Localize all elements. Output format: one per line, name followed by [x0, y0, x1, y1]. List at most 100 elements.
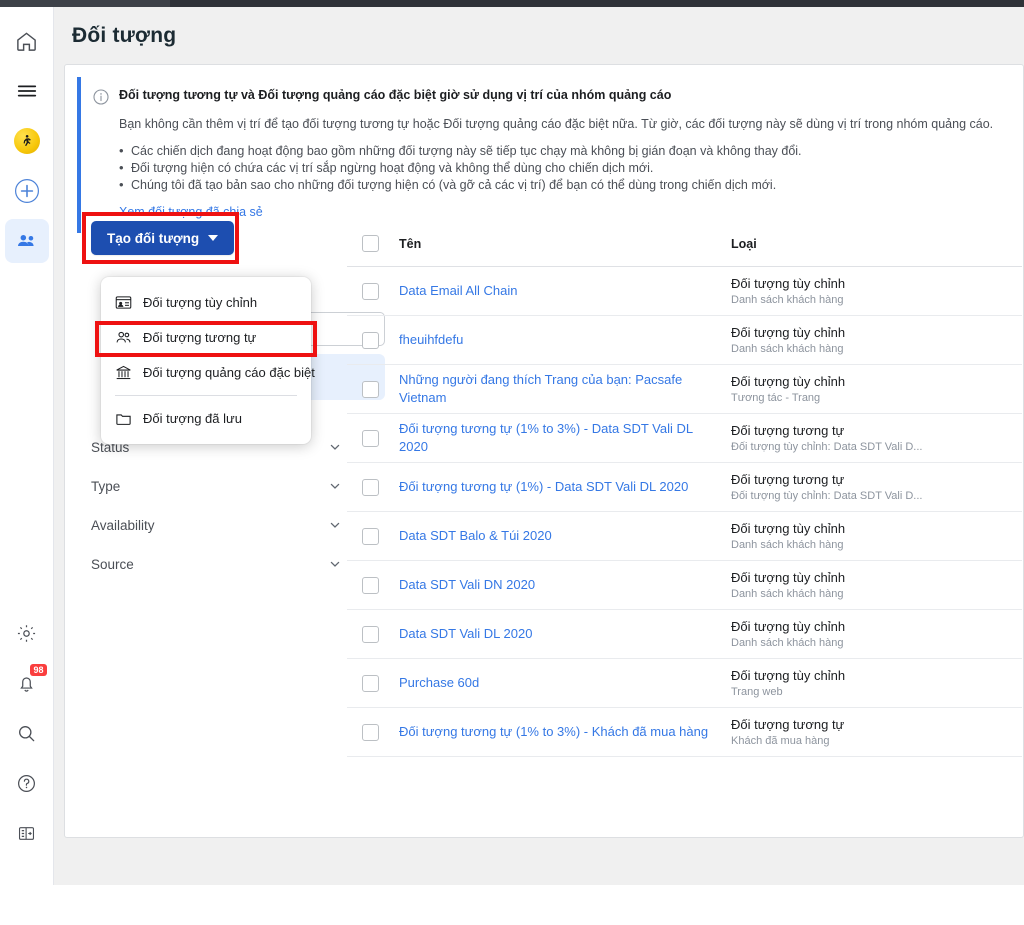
- audience-subtype: Danh sách khách hàng: [731, 636, 844, 649]
- special-ad-audience-icon: [115, 364, 132, 381]
- row-checkbox[interactable]: [362, 527, 379, 545]
- table-row[interactable]: Purchase 60d Đối tượng tùy chỉnh Trang w…: [347, 659, 1022, 708]
- audience-type: Đối tượng tương tự: [731, 471, 845, 487]
- audience-name-link[interactable]: Đối tượng tương tự (1% to 3%) - Khách đã…: [399, 724, 708, 739]
- row-select-cell: [347, 625, 399, 643]
- list-item: Đối tượng hiện có chứa các vị trí sắp ng…: [119, 159, 993, 177]
- notification-badge: 98: [30, 664, 47, 676]
- page-root: Đối tượng Đối tượng tương tự và Đối tượn…: [54, 7, 1024, 885]
- sidebar-item-audiences[interactable]: [4, 219, 49, 263]
- gear-icon[interactable]: [5, 611, 49, 655]
- folder-icon: [115, 410, 132, 427]
- row-checkbox[interactable]: [362, 674, 379, 692]
- menu-item-label: Đối tượng tương tự: [143, 330, 257, 345]
- audience-name-link[interactable]: Data SDT Balo & Túi 2020: [399, 528, 552, 543]
- select-all-checkbox[interactable]: [362, 235, 379, 252]
- app-window: 98 Đối tượng Đối tượng tương tự và Đối t…: [0, 0, 1024, 925]
- row-checkbox[interactable]: [362, 723, 379, 741]
- audience-name-link[interactable]: Data SDT Vali DN 2020: [399, 577, 535, 592]
- row-select-cell: [347, 674, 399, 692]
- shared-audience-link[interactable]: Xem đối tượng đã chia sẻ: [119, 205, 263, 219]
- table-row[interactable]: Đối tượng tương tự (1%) - Data SDT Vali …: [347, 463, 1022, 512]
- audiences-table: Tên Loại Data Email All Chain Đối tượng …: [347, 221, 1024, 876]
- audience-subtype: Đối tượng tùy chỉnh: Data SDT Vali D...: [731, 489, 923, 502]
- home-icon[interactable]: [5, 19, 49, 63]
- menu-item-special-ad-audience[interactable]: Đối tượng quảng cáo đặc biệt: [101, 355, 315, 390]
- filter-source[interactable]: Source: [91, 550, 341, 578]
- panel-toggle-icon[interactable]: [5, 811, 49, 855]
- audience-subtype: Danh sách khách hàng: [731, 293, 844, 306]
- content-card: Đối tượng tương tự và Đối tượng quảng cá…: [64, 64, 1024, 838]
- row-checkbox[interactable]: [362, 380, 379, 398]
- banner-bullet-list: Các chiến dịch đang hoạt động bao gồm nh…: [119, 142, 993, 194]
- audience-name-link[interactable]: Purchase 60d: [399, 675, 479, 690]
- bell-icon[interactable]: 98: [5, 661, 49, 705]
- menu-item-custom-audience[interactable]: Đối tượng tùy chỉnh: [101, 285, 311, 320]
- chevron-down-icon: [329, 441, 341, 453]
- menu-item-label: Đối tượng đã lưu: [143, 411, 242, 426]
- row-checkbox[interactable]: [362, 331, 379, 349]
- info-icon: [93, 89, 109, 105]
- row-checkbox[interactable]: [362, 576, 379, 594]
- chevron-down-icon: [329, 558, 341, 570]
- row-select-cell: [347, 380, 399, 398]
- menu-item-lookalike-audience[interactable]: Đối tượng tương tự: [101, 320, 311, 355]
- menu-item-saved-audience[interactable]: Đối tượng đã lưu: [101, 401, 311, 436]
- create-audience-button[interactable]: Tạo đối tượng: [91, 221, 235, 255]
- menu-item-label: Đối tượng tùy chỉnh: [143, 295, 258, 310]
- audience-name-link[interactable]: Data Email All Chain: [399, 283, 518, 298]
- row-select-cell: [347, 478, 399, 496]
- audience-type: Đối tượng tùy chỉnh: [731, 373, 846, 389]
- row-checkbox[interactable]: [362, 429, 379, 447]
- row-select-cell: [347, 429, 399, 447]
- page-title: Đối tượng: [72, 23, 177, 47]
- audience-type: Đối tượng tùy chỉnh: [731, 569, 846, 585]
- lookalike-audience-icon: [115, 329, 132, 346]
- filter-type[interactable]: Type: [91, 472, 341, 500]
- search-icon[interactable]: [5, 711, 49, 755]
- menu-icon[interactable]: [5, 69, 49, 113]
- table-row[interactable]: Data SDT Vali DN 2020 Đối tượng tùy chỉn…: [347, 561, 1022, 610]
- table-row[interactable]: Data SDT Balo & Túi 2020 Đối tượng tùy c…: [347, 512, 1022, 561]
- list-item: Các chiến dịch đang hoạt động bao gồm nh…: [119, 142, 993, 160]
- chevron-down-icon: [329, 519, 341, 531]
- banner-title: Đối tượng tương tự và Đối tượng quảng cá…: [119, 88, 672, 102]
- table-row[interactable]: Đối tượng tương tự (1% to 3%) - Khách đã…: [347, 708, 1022, 757]
- table-row[interactable]: Data SDT Vali DL 2020 Đối tượng tùy chỉn…: [347, 610, 1022, 659]
- filter-label: Availability: [91, 517, 155, 533]
- audience-subtype: Trang web: [731, 685, 783, 698]
- page-header: Đối tượng: [54, 7, 1024, 64]
- create-audience-label: Tạo đối tượng: [107, 230, 200, 246]
- info-banner: Đối tượng tương tự và Đối tượng quảng cá…: [77, 77, 1011, 233]
- table-row[interactable]: Những người đang thích Trang của bạn: Pa…: [347, 365, 1022, 414]
- row-checkbox[interactable]: [362, 282, 379, 300]
- audience-type: Đối tượng tương tự: [731, 716, 845, 732]
- audience-type: Đối tượng tùy chỉnh: [731, 520, 846, 536]
- plus-icon[interactable]: [5, 169, 49, 213]
- select-all-cell: [347, 235, 399, 252]
- table-row[interactable]: Data Email All Chain Đối tượng tùy chỉnh…: [347, 267, 1022, 316]
- filter-availability[interactable]: Availability: [91, 511, 341, 539]
- row-select-cell: [347, 282, 399, 300]
- row-checkbox[interactable]: [362, 478, 379, 496]
- audience-type: Đối tượng tùy chỉnh: [731, 618, 846, 634]
- row-checkbox[interactable]: [362, 625, 379, 643]
- column-header-type[interactable]: Loại: [731, 237, 1022, 251]
- browser-top-bar: [0, 0, 1024, 7]
- list-item: Chúng tôi đã tạo bản sao cho những đối t…: [119, 176, 993, 194]
- help-icon[interactable]: [5, 761, 49, 805]
- table-row[interactable]: Đối tượng tương tự (1% to 3%) - Data SDT…: [347, 414, 1022, 463]
- table-header-row: Tên Loại: [347, 221, 1022, 267]
- audience-subtype: Danh sách khách hàng: [731, 538, 844, 551]
- menu-divider: [115, 395, 297, 396]
- audience-name-link[interactable]: fheuihfdefu: [399, 332, 463, 347]
- audience-name-link[interactable]: Data SDT Vali DL 2020: [399, 626, 532, 641]
- audience-name-link[interactable]: Đối tượng tương tự (1%) - Data SDT Vali …: [399, 479, 688, 494]
- walking-person-icon[interactable]: [5, 119, 49, 163]
- audience-name-link[interactable]: Đối tượng tương tự (1% to 3%) - Data SDT…: [399, 421, 693, 454]
- column-header-name[interactable]: Tên: [399, 237, 731, 251]
- audience-type: Đối tượng tương tự: [731, 422, 845, 438]
- left-toolbar-column: Tạo đối tượng Đối tượng tùy chỉnh Đối tư…: [82, 212, 341, 444]
- audience-name-link[interactable]: Những người đang thích Trang của bạn: Pa…: [399, 372, 682, 405]
- table-row[interactable]: fheuihfdefu Đối tượng tùy chỉnh Danh sác…: [347, 316, 1022, 365]
